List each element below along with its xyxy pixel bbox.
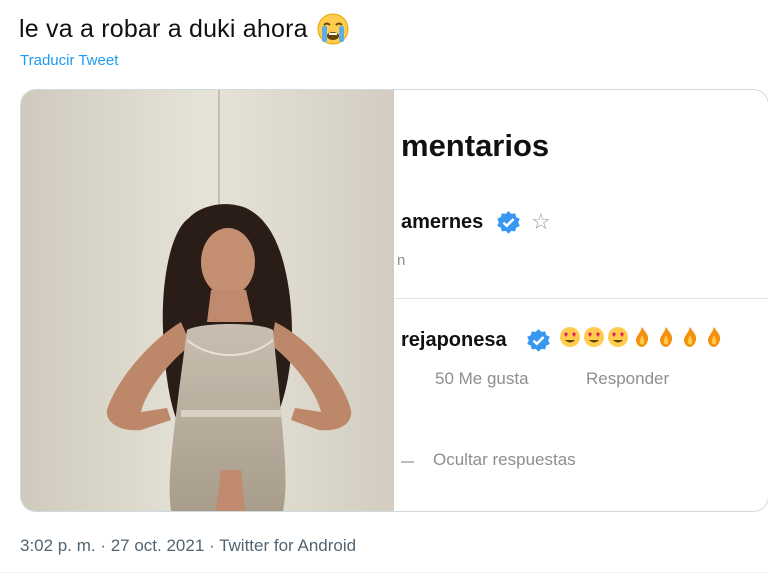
- translate-link[interactable]: Traducir Tweet: [20, 52, 118, 69]
- crying-face-icon: [316, 12, 350, 46]
- tweet-body: le va a robar a duki ahora: [19, 14, 308, 43]
- comments-screenshot: mentarios amernes ☆ n rejaponesa 50 Me g…: [394, 90, 768, 511]
- heart-eyes-emoji-icon: [559, 326, 581, 348]
- heart-eyes-emoji-icon: [583, 326, 605, 348]
- fire-emoji-icon: [655, 326, 677, 348]
- divider: [394, 298, 768, 299]
- comment1-subtext: n: [397, 252, 406, 269]
- verified-badge-icon: [525, 328, 552, 355]
- tweet-text: le va a robar a duki ahora: [19, 12, 350, 46]
- reply-button: Responder: [586, 369, 670, 388]
- hide-replies-button: Ocultar respuestas: [433, 450, 576, 469]
- comments-title: mentarios: [401, 128, 550, 163]
- fire-emoji-icon: [679, 326, 701, 348]
- comment2-emojis: [559, 326, 725, 348]
- tweet-media[interactable]: mentarios amernes ☆ n rejaponesa 50 Me g…: [20, 89, 768, 512]
- heart-eyes-emoji-icon: [607, 326, 629, 348]
- comment2-likes: 50 Me gusta: [435, 369, 529, 388]
- star-icon[interactable]: ☆: [531, 209, 551, 235]
- woman-photo[interactable]: [21, 90, 394, 511]
- verified-badge-icon: [495, 210, 522, 237]
- tweet-timestamp[interactable]: 3:02 p. m. · 27 oct. 2021 · Twitter for …: [20, 536, 356, 556]
- comment1-username: amernes: [401, 211, 484, 233]
- replies-line: [401, 461, 414, 463]
- fire-emoji-icon: [631, 326, 653, 348]
- comment2-username: rejaponesa: [401, 329, 507, 351]
- fire-emoji-icon: [703, 326, 725, 348]
